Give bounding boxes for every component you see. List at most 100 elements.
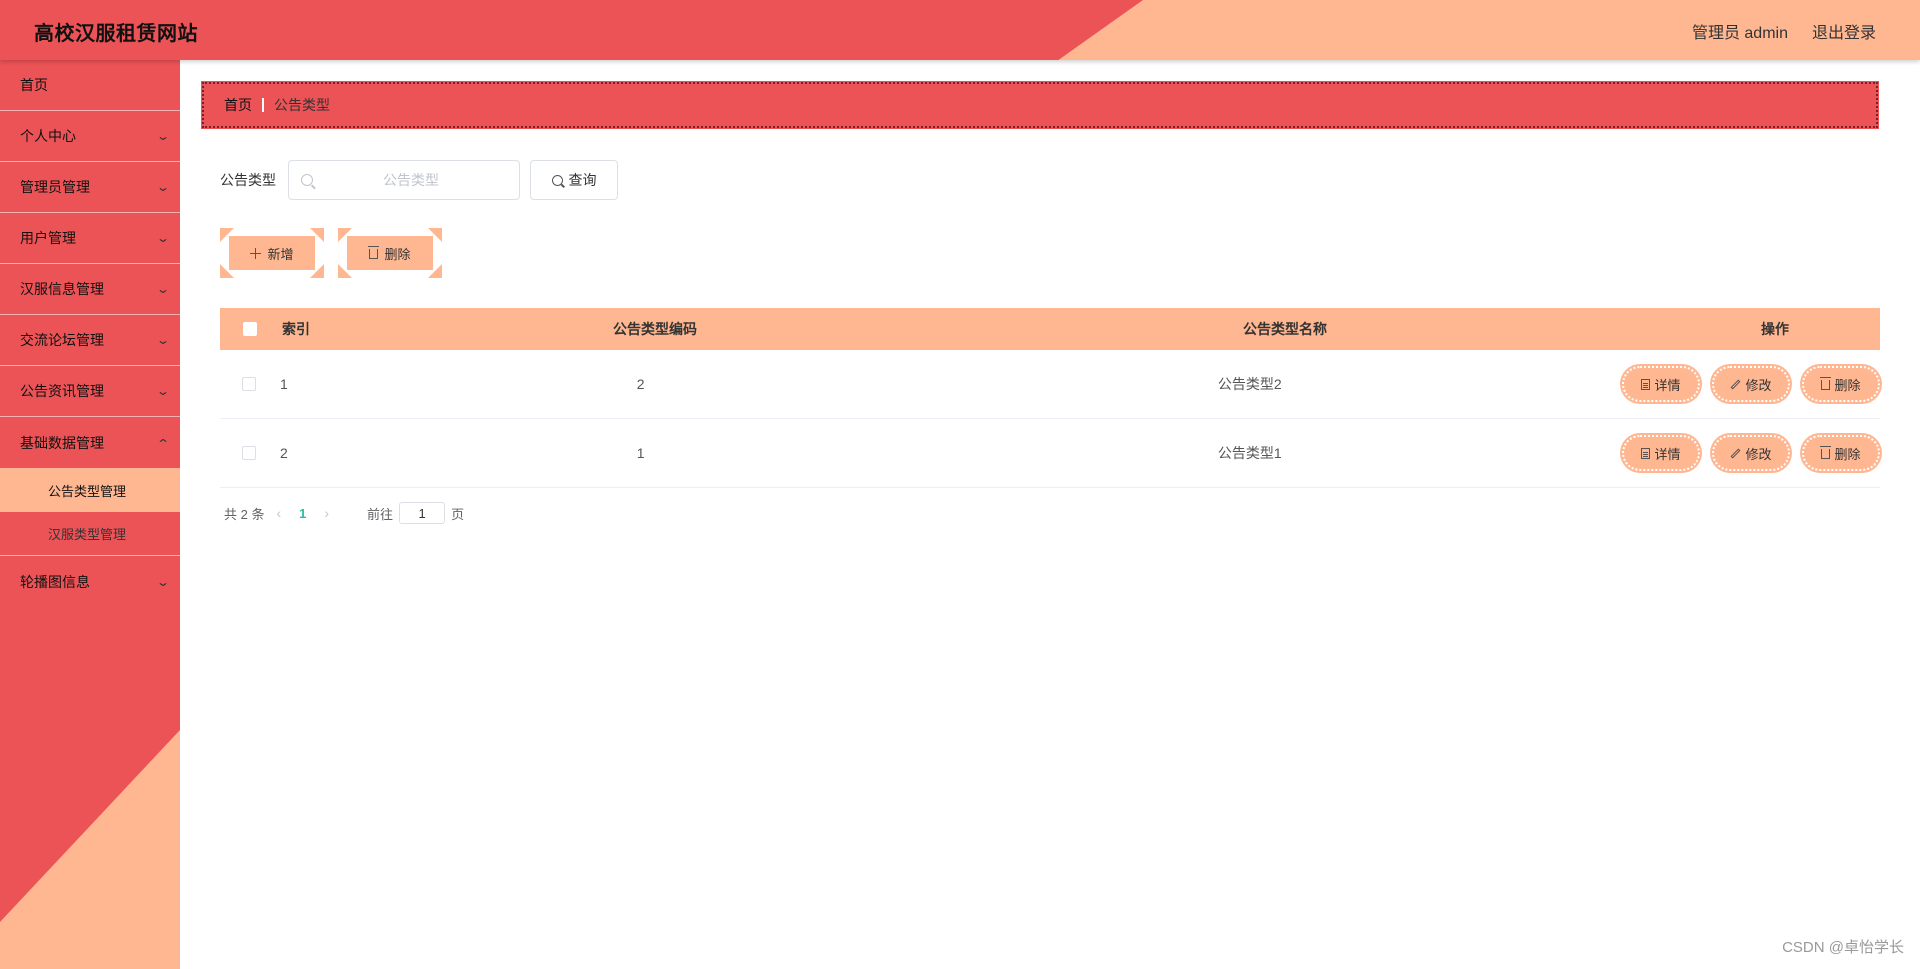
query-button-label: 查询	[568, 172, 597, 188]
delete-button[interactable]: 删除	[1801, 366, 1880, 402]
sidebar-item-home[interactable]: 首页	[0, 60, 180, 111]
sidebar-item-hanfu-info[interactable]: 汉服信息管理 ⌄	[0, 264, 180, 315]
sidebar-item-personal-center[interactable]: 个人中心 ⌄	[0, 111, 180, 162]
row-checkbox[interactable]	[242, 446, 256, 460]
sidebar-item-label: 用户管理	[20, 230, 76, 246]
column-header-code: 公告类型编码	[613, 321, 697, 337]
add-button[interactable]: 新增	[220, 228, 324, 278]
logout-link[interactable]: 退出登录	[1812, 19, 1876, 43]
document-icon	[1641, 378, 1651, 390]
sidebar-item-label: 个人中心	[20, 128, 76, 144]
detail-button[interactable]: 详情	[1621, 435, 1700, 471]
row-actions: 详情 修改 删除	[1621, 435, 1880, 471]
delete-button[interactable]: 删除	[1801, 435, 1880, 471]
sidebar-item-admin-management[interactable]: 管理员管理 ⌄	[0, 162, 180, 213]
trash-icon	[368, 246, 380, 259]
row-actions: 详情 修改 删除	[1621, 366, 1880, 402]
watermark: CSDN @卓怡学长	[1782, 939, 1904, 956]
edit-button[interactable]: 修改	[1711, 366, 1790, 402]
goto-page-input[interactable]	[399, 502, 446, 524]
chevron-up-icon: ⌄	[155, 435, 171, 450]
select-all-checkbox[interactable]	[243, 322, 257, 336]
sidebar-subitem-label: 公告类型管理	[48, 483, 127, 499]
chevron-down-icon: ⌄	[155, 180, 171, 194]
top-header: 高校汉服租赁网站 管理员 admin 退出登录	[0, 0, 1920, 60]
detail-button[interactable]: 详情	[1621, 366, 1700, 402]
chevron-down-icon: ⌄	[155, 282, 171, 296]
cell-code: 1	[636, 445, 645, 461]
delete-button-label: 删除	[384, 246, 411, 262]
sidebar: 首页 个人中心 ⌄ 管理员管理 ⌄ 用户管理 ⌄ 汉服信息管理 ⌄ 交流论坛管理…	[0, 60, 180, 969]
edit-button-label: 修改	[1745, 446, 1772, 462]
chevron-down-icon: ⌄	[155, 129, 171, 143]
cell-code: 2	[636, 376, 645, 392]
search-bar: 公告类型 查询	[220, 160, 618, 200]
sidebar-item-label: 轮播图信息	[20, 573, 90, 590]
cell-index: 2	[280, 445, 288, 461]
chevron-down-icon: ⌄	[155, 574, 171, 589]
sidebar-subitem-hanfu-type[interactable]: 汉服类型管理	[0, 512, 180, 556]
search-label: 公告类型	[220, 172, 276, 188]
page-number[interactable]: 1	[299, 506, 306, 521]
detail-button-label: 详情	[1654, 377, 1681, 393]
page-suffix: 页	[451, 506, 465, 522]
document-icon	[1641, 447, 1651, 459]
edit-button-label: 修改	[1745, 377, 1772, 393]
breadcrumb-current: 公告类型	[274, 97, 330, 113]
header-user-area: 管理员 admin 退出登录	[1692, 19, 1876, 43]
trash-icon	[1820, 377, 1832, 390]
delete-button-label: 删除	[1834, 377, 1861, 393]
sidebar-item-basic-data[interactable]: 基础数据管理 ⌄	[0, 417, 180, 468]
search-icon	[301, 174, 313, 186]
site-title: 高校汉服租赁网站	[34, 23, 198, 45]
edit-icon	[1731, 448, 1741, 458]
sidebar-item-user-management[interactable]: 用户管理 ⌄	[0, 213, 180, 264]
delete-button-label: 删除	[1834, 446, 1861, 462]
edit-button[interactable]: 修改	[1711, 435, 1790, 471]
table-header: 索引 公告类型编码 公告类型名称 操作	[220, 308, 1880, 350]
breadcrumb-home[interactable]: 首页	[224, 95, 252, 115]
detail-button-label: 详情	[1654, 446, 1681, 462]
cell-index: 1	[280, 376, 288, 392]
column-header-name: 公告类型名称	[1243, 321, 1327, 337]
sidebar-item-label: 首页	[20, 77, 48, 93]
sidebar-item-forum[interactable]: 交流论坛管理 ⌄	[0, 315, 180, 366]
row-checkbox[interactable]	[242, 377, 256, 391]
chevron-down-icon: ⌄	[155, 231, 171, 245]
search-field[interactable]	[288, 160, 520, 200]
column-header-index: 索引	[282, 321, 310, 337]
breadcrumb: 首页 公告类型	[202, 82, 1878, 128]
column-header-actions: 操作	[1761, 321, 1789, 337]
cell-name: 公告类型1	[1217, 445, 1282, 461]
cell-name: 公告类型2	[1217, 376, 1282, 392]
sidebar-item-label: 公告资讯管理	[20, 383, 104, 399]
chevron-down-icon: ⌄	[155, 384, 171, 398]
search-icon	[551, 174, 563, 186]
sidebar-item-label: 汉服信息管理	[20, 281, 104, 297]
action-buttons: 新增 删除	[220, 228, 442, 278]
chevron-left-icon[interactable]: ‹	[276, 505, 281, 521]
add-button-label: 新增	[267, 246, 294, 262]
query-button[interactable]: 查询	[530, 160, 618, 200]
table-row: 2 1 公告类型1 详情 修改 删除	[220, 419, 1880, 488]
chevron-right-icon[interactable]: ›	[324, 505, 329, 521]
table-row: 1 2 公告类型2 详情 修改 删除	[220, 350, 1880, 419]
sidebar-item-announcements[interactable]: 公告资讯管理 ⌄	[0, 366, 180, 417]
current-user: 管理员 admin	[1691, 25, 1788, 42]
pagination: 共 2 条 ‹ 1 › 前往 页	[224, 502, 464, 524]
chevron-down-icon: ⌄	[155, 333, 171, 347]
sidebar-item-label: 交流论坛管理	[20, 332, 104, 348]
batch-delete-button[interactable]: 删除	[338, 228, 442, 278]
search-input[interactable]	[321, 172, 501, 188]
sidebar-subitem-label: 汉服类型管理	[48, 527, 127, 542]
plus-icon	[250, 247, 262, 259]
main-content: 首页 公告类型 公告类型 查询 新增 删除	[180, 60, 1920, 969]
sidebar-subitem-announcement-type[interactable]: 公告类型管理	[0, 468, 180, 512]
sidebar-item-carousel[interactable]: 轮播图信息 ⌄	[0, 556, 180, 607]
sidebar-decoration	[0, 730, 180, 969]
sidebar-menu: 首页 个人中心 ⌄ 管理员管理 ⌄ 用户管理 ⌄ 汉服信息管理 ⌄ 交流论坛管理…	[0, 60, 180, 607]
pagination-total: 共 2 条	[224, 506, 265, 522]
trash-icon	[1820, 446, 1832, 459]
edit-icon	[1731, 379, 1741, 389]
breadcrumb-separator	[262, 98, 264, 112]
